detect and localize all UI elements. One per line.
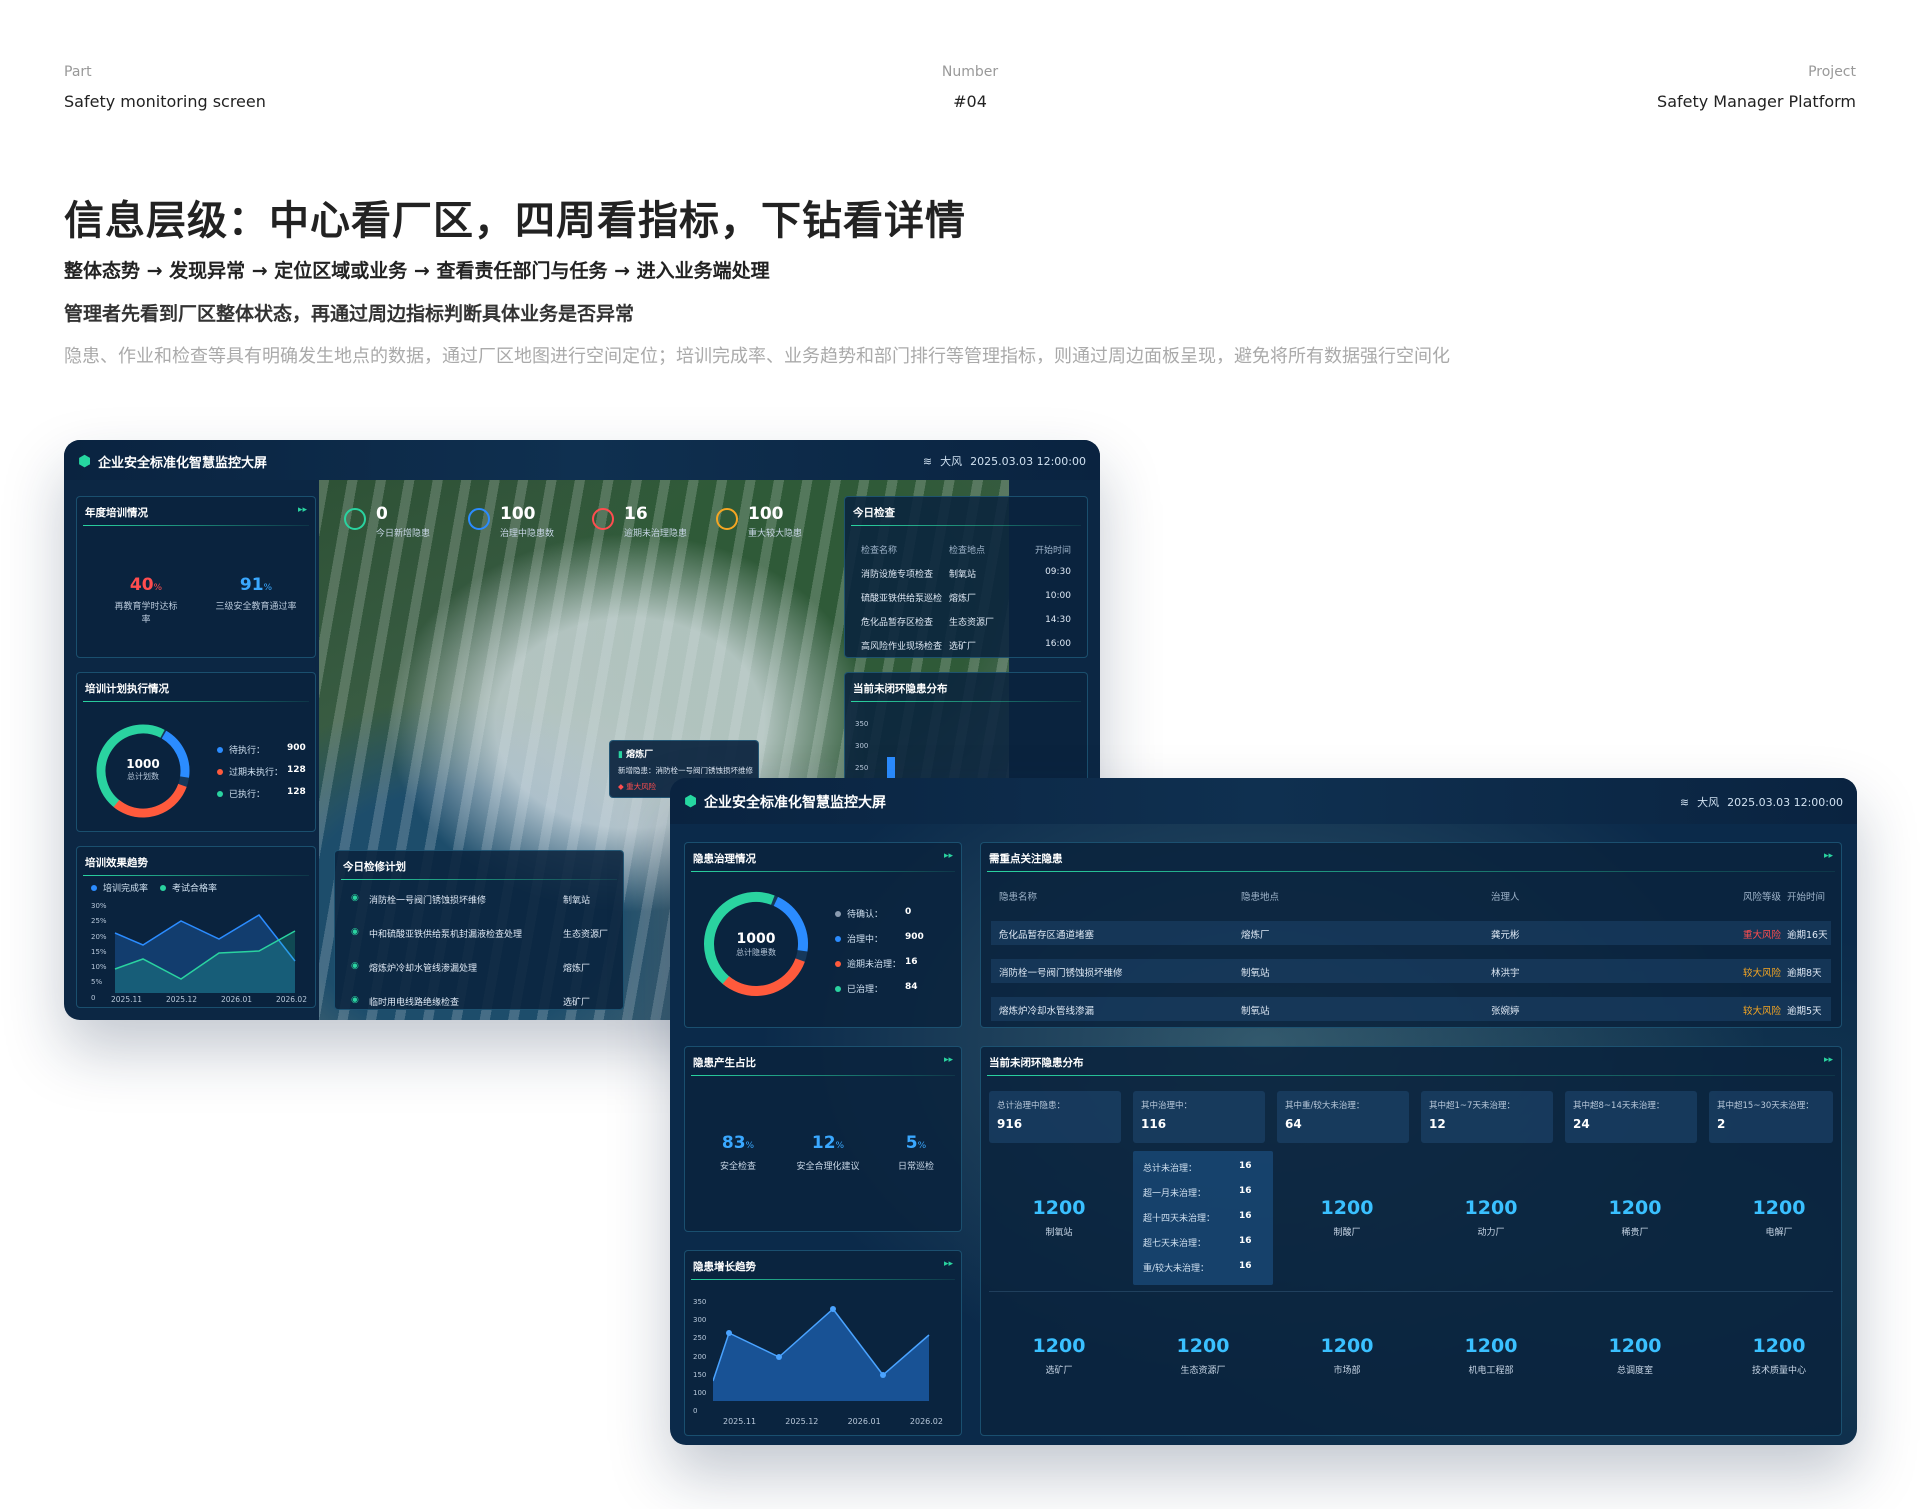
dept-cell[interactable]: 1200 动力厂 bbox=[1421, 1197, 1561, 1238]
dashboard-header: ⬢ 企业安全标准化智慧监控大屏 ≋ 大风 2025.03.03 12:00:00 bbox=[64, 440, 1100, 480]
new-hazard-icon bbox=[344, 508, 366, 530]
shield-logo-icon: ⬢ bbox=[684, 792, 698, 810]
subtitle-flow: 整体态势 → 发现异常 → 定位区域或业务 → 查看责任部门与任务 → 进入业务… bbox=[64, 260, 770, 282]
dept-tooltip: 总计未治理： 16 超一月未治理： 16 超十四天未治理： 16 超七天未治理： 16 … bbox=[1133, 1151, 1273, 1285]
legend-item: 已执行： 128 bbox=[217, 787, 306, 800]
dept-cell[interactable]: 1200 机电工程部 bbox=[1421, 1335, 1561, 1376]
dept-cell[interactable]: 1200 生态资源厂 bbox=[1133, 1335, 1273, 1376]
trend-xticks: 2025.11 2025.12 2026.01 2026.02 bbox=[723, 1417, 943, 1426]
panel-hazard-governance[interactable]: 隐患治理情况 ▸▸ 1000 总计隐患数 待确认： 0 治理中： 900 逾期未治理： 1… bbox=[684, 842, 962, 1028]
meta-number: Number #04 bbox=[930, 64, 1010, 111]
subtitle-principle: 管理者先看到厂区整体状态，再通过周边指标判断具体业务是否异常 bbox=[64, 303, 635, 325]
panel-training-plan[interactable]: 培训计划执行情况 1000 总计划数 待执行： 900 过期未执行： 128 已执行：… bbox=[76, 672, 316, 832]
meta-part: Part Safety monitoring screen bbox=[64, 64, 266, 111]
meta-project: Project Safety Manager Platform bbox=[1657, 64, 1856, 111]
wind-icon: ≋ bbox=[1679, 796, 1690, 809]
more-arrow-icon[interactable]: ▸▸ bbox=[944, 1055, 953, 1065]
more-arrow-icon[interactable]: ▸▸ bbox=[1824, 1055, 1833, 1065]
share-item: 5% 日常巡检 bbox=[897, 1133, 934, 1172]
dept-cell[interactable]: 1200 制酸厂 bbox=[1277, 1197, 1417, 1238]
dept-cell[interactable]: 1200 稀贵厂 bbox=[1565, 1197, 1705, 1238]
kpi-governing: 100 治理中隐患数 bbox=[500, 504, 555, 539]
summary-card[interactable]: 其中超1~7天未治理： 12 bbox=[1421, 1091, 1553, 1143]
governing-icon bbox=[468, 508, 490, 530]
project-value: Safety Manager Platform bbox=[1657, 92, 1856, 111]
table-row[interactable]: 熔炼炉冷却水管线渗漏 制氧站 张婉婷 较大风险 逾期5天 bbox=[991, 997, 1831, 1021]
panel-today-inspection[interactable]: 今日检查 检查名称 检查地点 开始时间 消防设施专项检查 制氧站 09:30 硫酸亚铁供… bbox=[844, 496, 1088, 658]
part-value: Safety monitoring screen bbox=[64, 92, 266, 111]
kpi-major: 100 重大较大隐患 bbox=[748, 504, 803, 539]
panel-focus-hazards[interactable]: 需重点关注隐患 ▸▸ 隐患名称 隐患地点 治理人 风险等级 开始时间 危化品暂存区通道堵塞… bbox=[980, 842, 1842, 1028]
inspection-table: 检查名称 检查地点 开始时间 消防设施专项检查 制氧站 09:30 硫酸亚铁供给泵巡检熔… bbox=[853, 537, 1079, 657]
legend-item: 逾期未治理： 16 bbox=[835, 957, 918, 970]
panel-repair-plan[interactable]: 今日检修计划 ◉ 消防栓一号阀门锈蚀损坏维修 制氧站 ◉ 中和硫酸亚铁供给泵机封漏液检… bbox=[334, 850, 624, 1010]
dashboard-title: 企业安全标准化智慧监控大屏 bbox=[704, 795, 886, 811]
list-item[interactable]: ◉ 临时用电线路绝缘检查 选矿厂 bbox=[343, 989, 615, 1013]
summary-card[interactable]: 总计治理中隐患： 916 bbox=[989, 1091, 1121, 1143]
legend-item: 治理中： 900 bbox=[835, 932, 924, 945]
share-item: 83% 安全检查 bbox=[719, 1133, 756, 1172]
more-arrow-icon[interactable]: ▸▸ bbox=[944, 851, 953, 861]
list-item[interactable]: ◉ 熔炼炉冷却水管线渗漏处理 熔炼厂 bbox=[343, 955, 615, 979]
table-row[interactable]: 危化品暂存区检查 生态资源厂 14:30 bbox=[853, 609, 1079, 633]
table-row[interactable]: 高风险作业现场检查 选矿厂 16:00 bbox=[853, 633, 1079, 657]
legend-item: 待确认： 0 bbox=[835, 907, 911, 920]
shield-logo-icon: ⬢ bbox=[78, 452, 92, 470]
kpi-overdue: 16 逾期未治理隐患 bbox=[624, 504, 688, 539]
effect-line-chart bbox=[114, 914, 296, 993]
summary-card[interactable]: 其中超15~30天未治理： 2 bbox=[1709, 1091, 1833, 1143]
summary-card[interactable]: 其中超8~14天未治理： 24 bbox=[1565, 1091, 1697, 1143]
more-arrow-icon[interactable]: ▸▸ bbox=[1824, 851, 1833, 861]
panel-unclosed-distribution[interactable]: 当前未闭环隐患分布 ▸▸ 总计治理中隐患： 916 其中治理中： 116 其中重/较大… bbox=[980, 1046, 1842, 1436]
wind-icon: ≋ bbox=[922, 455, 933, 468]
overdue-icon bbox=[592, 508, 614, 530]
list-item[interactable]: ◉ 消防栓一号阀门锈蚀损坏维修 制氧站 bbox=[343, 887, 615, 911]
table-row[interactable]: 消防设施专项检查 制氧站 09:30 bbox=[853, 561, 1079, 585]
panel-annual-training[interactable]: 年度培训情况 ▸▸ 40% 再教育学时达标率 91% 三级安全教育通过率 bbox=[76, 496, 316, 658]
table-row[interactable]: 危化品暂存区通道堵塞 熔炼厂 龚元彬 重大风险 逾期16天 bbox=[991, 921, 1831, 945]
dashboard-hazard: ⬢ 企业安全标准化智慧监控大屏 ≋ 大风 2025.03.03 12:00:00 隐… bbox=[670, 778, 1857, 1445]
major-hazard-icon bbox=[716, 508, 738, 530]
summary-card[interactable]: 其中重/较大未治理： 64 bbox=[1277, 1091, 1409, 1143]
kpi-new-hazard: 0 今日新增隐患 bbox=[376, 504, 431, 539]
table-row[interactable]: 硫酸亚铁供给泵巡检 熔炼厂 10:00 bbox=[853, 585, 1079, 609]
summary-card[interactable]: 其中治理中： 116 bbox=[1133, 1091, 1265, 1143]
weather-time: ≋ 大风 2025.03.03 12:00:00 bbox=[922, 455, 1086, 468]
effect-xticks: 2025.11 2025.12 2026.01 2026.02 bbox=[111, 995, 307, 1004]
page-title: 信息层级：中心看厂区，四周看指标，下钻看详情 bbox=[64, 198, 966, 244]
table-row[interactable]: 消防栓一号阀门锈蚀损坏维修 制氧站 林洪宇 较大风险 逾期8天 bbox=[991, 959, 1831, 983]
dashboard-header: ⬢ 企业安全标准化智慧监控大屏 ≋ 大风 2025.03.03 12:00:00 bbox=[670, 778, 1857, 824]
legend-item: 已治理： 84 bbox=[835, 982, 918, 995]
dept-cell[interactable]: 1200 电解厂 bbox=[1709, 1197, 1849, 1238]
list-item[interactable]: ◉ 中和硫酸亚铁供给泵机封漏液检查处理 生态资源厂 bbox=[343, 921, 615, 945]
panel-training-effect[interactable]: 培训效果趋势 培训完成率 考试合格率 30% 25% 20% 15% 10% 5% 0 202… bbox=[76, 846, 316, 1008]
dept-cell[interactable]: 1200 选矿厂 bbox=[989, 1335, 1129, 1376]
panel-hazard-trend[interactable]: 隐患增长趋势 ▸▸ 350 300 250 200 150 100 0 2025.11 2025… bbox=[684, 1250, 962, 1436]
effect-yticks: 30% 25% 20% 15% 10% 5% 0 bbox=[91, 902, 107, 1002]
trend-line-chart bbox=[713, 1306, 930, 1401]
legend-item: 待执行： 900 bbox=[217, 743, 306, 756]
focus-table: 隐患名称 隐患地点 治理人 风险等级 开始时间 危化品暂存区通道堵塞 熔炼厂 龚元彬 重大风险… bbox=[991, 883, 1831, 1023]
more-arrow-icon[interactable]: ▸▸ bbox=[298, 505, 307, 515]
share-item: 12% 安全合理化建议 bbox=[796, 1133, 860, 1172]
dept-cell[interactable]: 1200 技术质量中心 bbox=[1709, 1335, 1849, 1376]
dept-cell[interactable]: 1200 制氧站 bbox=[989, 1197, 1129, 1238]
dashboard-title: 企业安全标准化智慧监控大屏 bbox=[98, 456, 268, 471]
number-value: #04 bbox=[953, 92, 987, 111]
trend-yticks: 350 300 250 200 150 100 0 bbox=[693, 1298, 707, 1416]
description: 隐患、作业和检查等具有明确发生地点的数据，通过厂区地图进行空间定位；培训完成率、… bbox=[64, 346, 1450, 367]
weather-time: ≋ 大风 2025.03.03 12:00:00 bbox=[1679, 796, 1843, 809]
more-arrow-icon[interactable]: ▸▸ bbox=[944, 1259, 953, 1269]
legend-item: 过期未执行： 128 bbox=[217, 765, 306, 778]
dept-cell[interactable]: 1200 市场部 bbox=[1277, 1335, 1417, 1376]
panel-hazard-source[interactable]: 隐患产生占比 ▸▸ 83% 安全检查 12% 安全合理化建议 5% 日常巡检 bbox=[684, 1046, 962, 1232]
dept-cell[interactable]: 1200 总调度室 bbox=[1565, 1335, 1705, 1376]
